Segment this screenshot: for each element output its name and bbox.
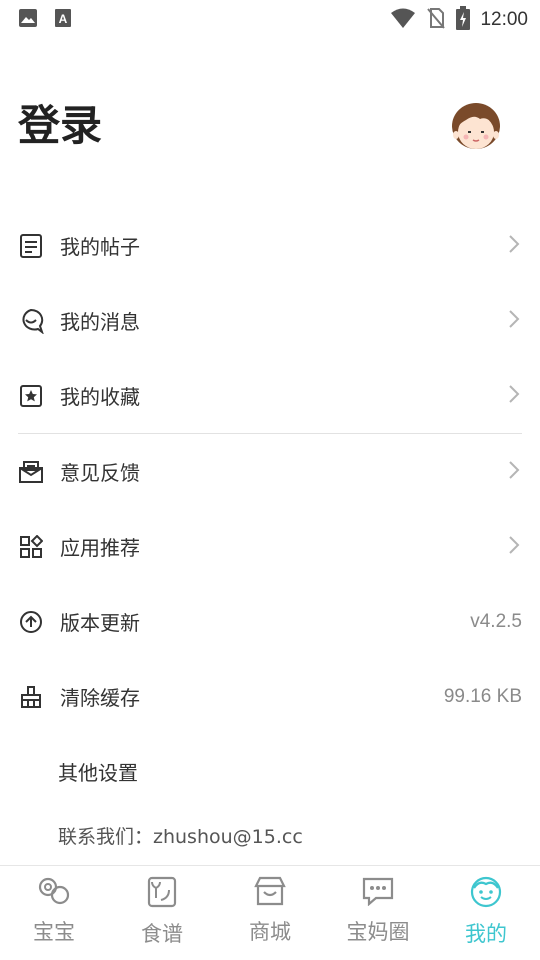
login-title[interactable]: 登录: [18, 96, 520, 156]
chevron-right-icon: [508, 535, 520, 559]
menu-item-label: 我的消息: [60, 310, 140, 334]
menu-item-label: 其他设置: [58, 761, 138, 785]
menu-item-label: 版本更新: [60, 611, 140, 635]
recipe-icon: [147, 876, 177, 912]
no-sim-icon: [426, 7, 446, 33]
menu-item-my-messages[interactable]: 我的消息: [0, 283, 540, 358]
tab-baby[interactable]: 宝宝: [0, 866, 108, 960]
chevron-right-icon: [508, 384, 520, 408]
tab-label: 食谱: [141, 922, 183, 946]
menu-item-label: 我的帖子: [60, 235, 140, 259]
menu-item-label: 清除缓存: [60, 686, 140, 710]
image-icon: [18, 8, 38, 32]
a-icon: A: [54, 8, 72, 32]
tab-label: 宝宝: [33, 920, 75, 944]
tab-label: 商城: [249, 920, 291, 944]
menu-item-clear-cache[interactable]: 清除缓存 99.16 KB: [0, 659, 540, 734]
menu-item-other-settings[interactable]: 其他设置: [0, 734, 540, 809]
login-header[interactable]: 登录: [18, 96, 520, 160]
mail-icon: [18, 459, 44, 485]
document-icon: [18, 233, 44, 259]
menu-item-my-posts[interactable]: 我的帖子: [0, 208, 540, 283]
chevron-right-icon: [508, 309, 520, 333]
menu-item-my-favorites[interactable]: 我的收藏: [0, 358, 540, 433]
tab-recipe[interactable]: 食谱: [108, 866, 216, 960]
menu-item-label: 应用推荐: [60, 536, 140, 560]
wifi-icon: [390, 7, 416, 33]
chevron-right-icon: [508, 234, 520, 258]
tab-mom-circle[interactable]: 宝妈圈: [324, 866, 432, 960]
upgrade-icon: [18, 609, 44, 635]
tab-mine[interactable]: 我的: [432, 866, 540, 960]
chat-icon: [361, 876, 395, 910]
apps-icon: [18, 534, 44, 560]
star-box-icon: [18, 383, 44, 409]
menu-item-feedback[interactable]: 意见反馈: [0, 434, 540, 509]
contact-us-text[interactable]: 联系我们：zhushou@15.cc: [58, 822, 303, 849]
clock: 12:00: [480, 9, 528, 30]
battery-charging-icon: [456, 6, 471, 34]
menu-item-version-update[interactable]: 版本更新 v4.2.5: [0, 584, 540, 659]
tab-store[interactable]: 商城: [216, 866, 324, 960]
menu-item-label: 我的收藏: [60, 385, 140, 409]
status-bar: A 12:00: [0, 0, 540, 36]
girl-avatar-icon[interactable]: [450, 102, 502, 154]
baby-icon: [37, 876, 71, 910]
menu-item-label: 意见反馈: [60, 461, 140, 485]
tab-label: 宝妈圈: [346, 920, 410, 944]
bottom-tab-bar: 宝宝 食谱 商城 宝妈圈 我的: [0, 865, 540, 960]
menu-item-app-recommend[interactable]: 应用推荐: [0, 509, 540, 584]
tab-label: 我的: [465, 922, 507, 946]
broom-icon: [18, 684, 44, 710]
store-icon: [253, 876, 287, 910]
svg-text:A: A: [59, 12, 68, 26]
settings-menu: 我的帖子 我的消息 我的收藏 意见反馈 应用推荐 版本更新 v4.2.5 清除缓…: [0, 208, 540, 809]
message-bubble-icon: [18, 308, 44, 334]
chevron-right-icon: [508, 460, 520, 484]
cache-size-value: 99.16 KB: [443, 685, 522, 707]
face-icon: [469, 876, 503, 912]
version-value: v4.2.5: [470, 610, 522, 632]
